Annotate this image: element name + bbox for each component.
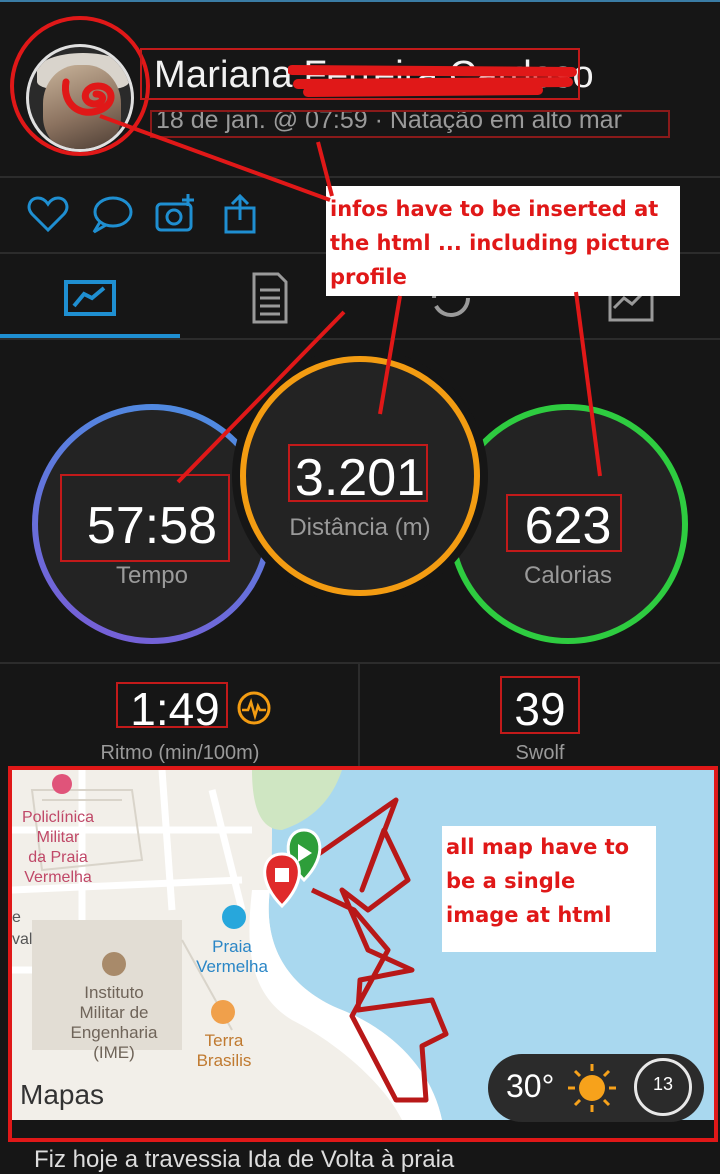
swolf-highlight-box (500, 676, 580, 734)
calories-label: Calorias (523, 562, 613, 589)
annotation-note-info: infos have to be inserted at the html ..… (326, 186, 680, 296)
annotation-scribble (61, 78, 115, 116)
activity-description: Fiz hoje a travessia Ida de Volta à prai… (34, 1146, 455, 1173)
annotation-note-map: all map have to be a single image at htm… (442, 826, 656, 952)
top-accent-line (0, 0, 720, 2)
share-icon[interactable] (218, 192, 262, 236)
tab-stats[interactable] (62, 268, 118, 328)
distance-highlight-box (288, 444, 428, 502)
pace-highlight-box (116, 682, 228, 728)
calories-highlight-box (506, 494, 622, 552)
swolf-label: Swolf (515, 742, 565, 764)
distance-label: Distância (m) (289, 514, 431, 541)
time-highlight-box (60, 474, 230, 562)
pace-label: Ritmo (min/100m) (100, 742, 260, 764)
divider (0, 338, 720, 340)
tab-details[interactable] (246, 268, 294, 328)
name-highlight-box (140, 48, 580, 100)
map-highlight-frame (8, 766, 718, 1142)
subtitle-highlight-box (150, 110, 670, 138)
heart-icon[interactable] (26, 192, 70, 236)
stat-separator (358, 664, 360, 766)
divider (0, 176, 720, 178)
divider (0, 662, 720, 664)
comment-icon[interactable] (90, 192, 134, 236)
time-label: Tempo (115, 562, 189, 589)
add-photo-icon[interactable] (154, 192, 198, 236)
pulse-icon (237, 691, 271, 725)
